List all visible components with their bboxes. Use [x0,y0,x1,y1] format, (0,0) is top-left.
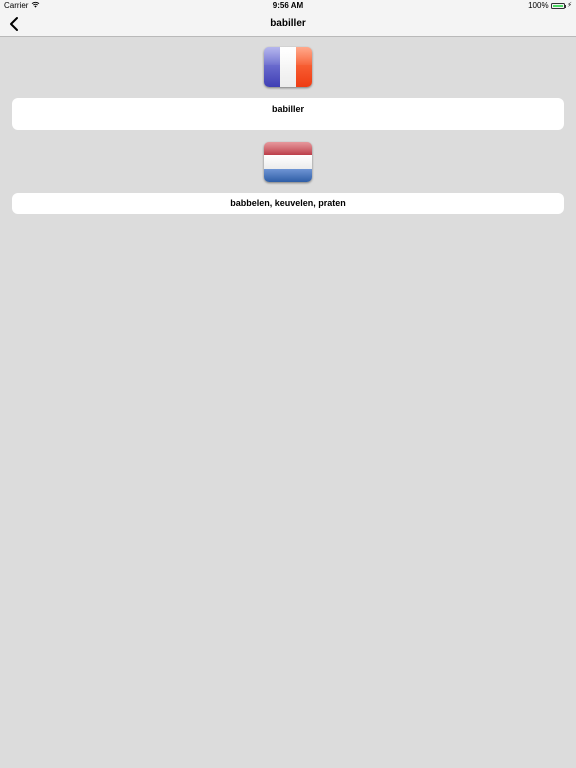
status-bar: Carrier 9:56 AM 100% ⚡ [0,0,576,12]
dutch-translation-text: babbelen, keuvelen, praten [230,198,346,208]
france-flag-icon [264,47,312,87]
battery-indicator: 100% ⚡ [528,0,572,12]
battery-percent: 100% [528,1,549,10]
french-word-text: babiller [271,104,304,114]
charging-icon: ⚡ [567,2,572,9]
french-word-card: babiller [12,98,564,130]
dutch-translation-card: babbelen, keuvelen, praten [12,193,564,214]
battery-cap [565,4,567,8]
status-time: 9:56 AM [272,1,304,10]
navigation-bar: babiller [0,12,576,37]
page-title: babiller [270,18,306,29]
battery-icon [550,3,565,9]
netherlands-flag-icon [264,142,312,182]
